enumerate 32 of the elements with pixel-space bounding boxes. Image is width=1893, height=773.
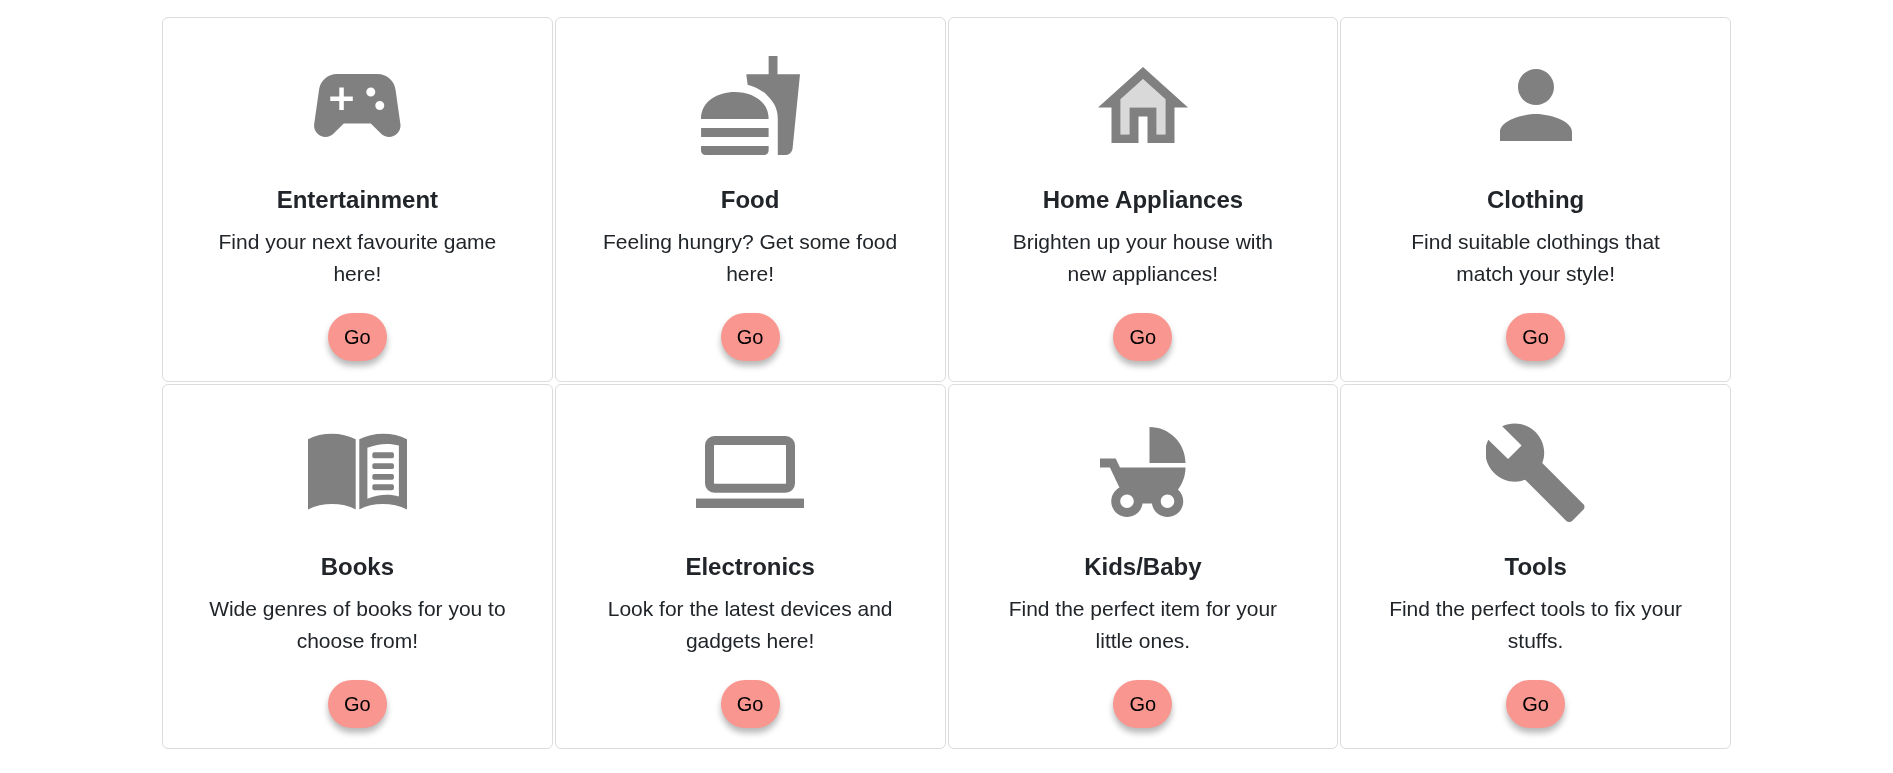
card-title: Tools [1504, 552, 1567, 581]
card-description: Find suitable clothings that match your style! [1410, 229, 1661, 287]
card-description: Find the perfect item for your little ones. [1007, 596, 1279, 654]
card-description: Brighten up your house with new appliances! [1011, 229, 1275, 287]
burger-drink-icon [700, 55, 800, 155]
go-button[interactable]: Go [1506, 680, 1566, 728]
card-title: Clothing [1486, 185, 1585, 214]
card-title: Entertainment [276, 185, 439, 214]
card-description: Feeling hungry? Get some food here! [602, 229, 899, 287]
go-button[interactable]: Go [720, 313, 780, 361]
go-button[interactable]: Go [1113, 680, 1173, 728]
go-button[interactable]: Go [327, 680, 387, 728]
card-description: Look for the latest devices and gadgets here! [606, 596, 894, 654]
card-description: Wide genres of books for you to choose from! [208, 596, 507, 654]
card-description: Find your next favourite game here! [217, 229, 498, 287]
book-icon [307, 433, 407, 511]
go-button[interactable]: Go [1113, 313, 1173, 361]
gamepad-icon [314, 73, 401, 137]
person-icon [1499, 69, 1572, 141]
card-title: Kids/Baby [1084, 552, 1202, 581]
go-button[interactable]: Go [327, 313, 387, 361]
laptop-icon [696, 436, 805, 508]
wrench-icon [1486, 422, 1585, 522]
go-button[interactable]: Go [720, 680, 780, 728]
card-title: Food [720, 185, 780, 214]
go-button[interactable]: Go [1506, 313, 1566, 361]
stroller-icon [1100, 427, 1186, 517]
card-description: Find the perfect tools to fix your stuffs. [1388, 596, 1684, 654]
card-title: Electronics [685, 552, 815, 581]
card-title: Books [320, 552, 395, 581]
house-icon [1097, 66, 1188, 144]
card-title: Home Appliances [1042, 185, 1244, 214]
